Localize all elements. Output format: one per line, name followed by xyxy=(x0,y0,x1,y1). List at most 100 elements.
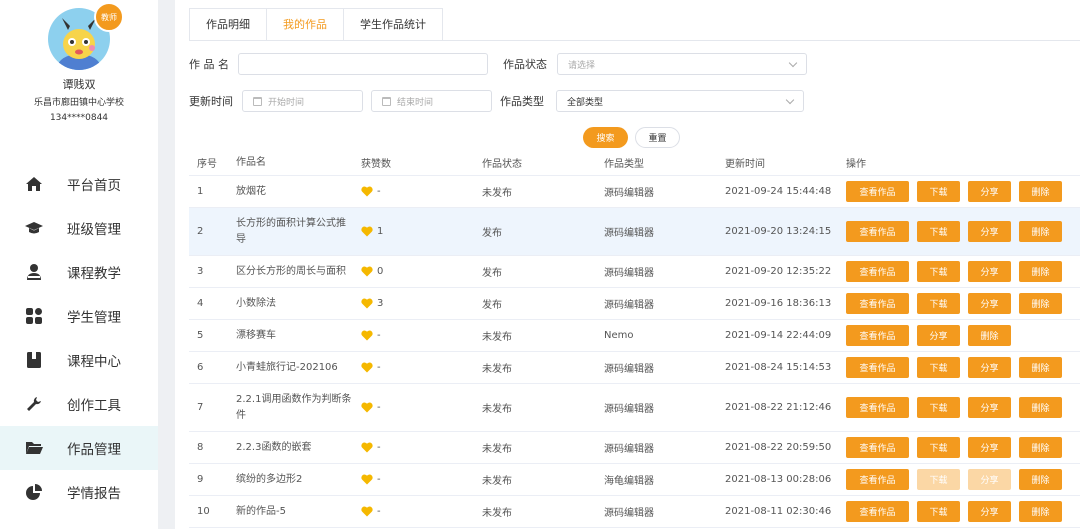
view-work-button[interactable]: 查看作品 xyxy=(846,397,909,418)
row-type: Nemo xyxy=(604,330,634,341)
row-likes: - xyxy=(353,362,474,373)
row-name: 缤纷的多边形2 xyxy=(236,473,303,485)
download-button[interactable]: 下载 xyxy=(917,437,960,458)
calendar-icon xyxy=(382,96,391,106)
row-status: 未发布 xyxy=(482,508,512,519)
share-button[interactable]: 分享 xyxy=(968,181,1011,202)
view-work-button[interactable]: 查看作品 xyxy=(846,501,909,522)
row-likes: 3 xyxy=(353,298,474,309)
download-button[interactable]: 下载 xyxy=(917,501,960,522)
view-work-button[interactable]: 查看作品 xyxy=(846,325,909,346)
delete-button[interactable]: 删除 xyxy=(1019,397,1062,418)
sidebar-item-home[interactable]: 平台首页 xyxy=(0,162,158,206)
table-row: 3 区分长方形的周长与面积 0 发布 源码编辑器 2021-09-20 12:35:22 查… xyxy=(189,256,1080,288)
row-no: 9 xyxy=(197,474,204,485)
row-time: 2021-09-14 22:44:09 xyxy=(725,330,832,341)
share-button[interactable]: 分享 xyxy=(968,437,1011,458)
row-time: 2021-08-24 15:14:53 xyxy=(725,362,832,373)
row-name: 长方形的面积计算公式推导 xyxy=(236,217,346,245)
view-work-button[interactable]: 查看作品 xyxy=(846,437,909,458)
tab-my-works[interactable]: 我的作品 xyxy=(267,9,344,41)
delete-button[interactable]: 删除 xyxy=(1019,437,1062,458)
row-ops: 查看作品 下载 分享 删除 xyxy=(838,261,1080,282)
status-select[interactable]: 请选择 xyxy=(557,53,807,75)
share-button[interactable]: 分享 xyxy=(968,357,1011,378)
status-placeholder: 请选择 xyxy=(568,60,596,71)
start-date-input[interactable]: 开始时间 xyxy=(242,90,363,112)
row-type: 源码编辑器 xyxy=(604,508,654,519)
delete-button[interactable]: 删除 xyxy=(1019,181,1062,202)
row-type: 源码编辑器 xyxy=(604,300,654,311)
heart-icon xyxy=(361,186,373,197)
book-icon xyxy=(24,350,44,370)
delete-button[interactable]: 删除 xyxy=(1019,357,1062,378)
type-select[interactable]: 全部类型 xyxy=(556,90,804,112)
delete-button[interactable]: 删除 xyxy=(1019,293,1062,314)
row-ops: 查看作品 下载 分享 删除 xyxy=(838,397,1080,418)
view-work-button[interactable]: 查看作品 xyxy=(846,261,909,282)
download-button[interactable]: 下载 xyxy=(917,397,960,418)
reset-button[interactable]: 重置 xyxy=(635,127,680,148)
sidebar-item-works[interactable]: 作品管理 xyxy=(0,426,158,470)
download-button[interactable]: 下载 xyxy=(917,469,960,490)
share-button[interactable]: 分享 xyxy=(917,325,960,346)
row-no: 5 xyxy=(197,330,204,341)
view-work-button[interactable]: 查看作品 xyxy=(846,357,909,378)
sidebar-nav: 平台首页 班级管理 课程教学 学生管理 课程中心 创作工具 作品管理 学情报告 xyxy=(0,162,158,514)
delete-button[interactable]: 删除 xyxy=(1019,469,1062,490)
time-label: 更新时间 xyxy=(189,95,233,108)
row-time: 2021-09-16 18:36:13 xyxy=(725,298,832,309)
share-button[interactable]: 分享 xyxy=(968,501,1011,522)
table-row: 5 漂移赛车 - 未发布 Nemo 2021-09-14 22:44:09 查看作品 分享 删除 xyxy=(189,320,1080,352)
sidebar-item-class[interactable]: 班级管理 xyxy=(0,206,158,250)
delete-button[interactable]: 删除 xyxy=(1019,221,1062,242)
status-label: 作品状态 xyxy=(503,58,547,71)
download-button[interactable]: 下载 xyxy=(917,293,960,314)
download-button[interactable]: 下载 xyxy=(917,261,960,282)
row-time: 2021-08-13 00:28:06 xyxy=(725,474,832,485)
row-type: 源码编辑器 xyxy=(604,364,654,375)
view-work-button[interactable]: 查看作品 xyxy=(846,221,909,242)
download-button[interactable]: 下载 xyxy=(917,181,960,202)
share-button[interactable]: 分享 xyxy=(968,221,1011,242)
download-button[interactable]: 下载 xyxy=(917,221,960,242)
graduation-cap-icon xyxy=(24,218,44,238)
sidebar-item-course-center[interactable]: 课程中心 xyxy=(0,338,158,382)
tab-work-details[interactable]: 作品明细 xyxy=(190,9,267,41)
share-button[interactable]: 分享 xyxy=(968,469,1011,490)
header-name: 作品名 xyxy=(236,156,266,168)
row-time: 2021-09-24 15:44:48 xyxy=(725,186,832,197)
row-likes: - xyxy=(353,186,474,197)
view-work-button[interactable]: 查看作品 xyxy=(846,181,909,202)
end-date-input[interactable]: 结束时间 xyxy=(371,90,492,112)
row-ops: 查看作品 下载 分享 删除 xyxy=(838,437,1080,458)
share-button[interactable]: 分享 xyxy=(968,397,1011,418)
share-button[interactable]: 分享 xyxy=(968,261,1011,282)
share-button[interactable]: 分享 xyxy=(968,293,1011,314)
likes-count: 3 xyxy=(377,298,384,309)
name-input[interactable] xyxy=(238,53,488,75)
sidebar-item-teaching[interactable]: 课程教学 xyxy=(0,250,158,294)
download-button[interactable]: 下载 xyxy=(917,357,960,378)
delete-button[interactable]: 删除 xyxy=(968,325,1011,346)
folder-icon xyxy=(24,438,44,458)
teacher-badge: 教师 xyxy=(94,2,124,32)
view-work-button[interactable]: 查看作品 xyxy=(846,469,909,490)
row-type: 源码编辑器 xyxy=(604,444,654,455)
sidebar-item-tools[interactable]: 创作工具 xyxy=(0,382,158,426)
row-status: 发布 xyxy=(482,228,502,239)
sidebar-item-label: 作品管理 xyxy=(67,442,121,458)
delete-button[interactable]: 删除 xyxy=(1019,261,1062,282)
table-row: 1 放烟花 - 未发布 源码编辑器 2021-09-24 15:44:48 查看作品 下载 分享… xyxy=(189,176,1080,208)
search-button[interactable]: 搜索 xyxy=(583,127,628,148)
sidebar-item-label: 平台首页 xyxy=(67,178,121,194)
table-header: 序号 作品名 获赞数 作品状态 作品类型 更新时间 操作 xyxy=(189,150,1080,176)
view-work-button[interactable]: 查看作品 xyxy=(846,293,909,314)
sidebar-item-students[interactable]: 学生管理 xyxy=(0,294,158,338)
heart-icon xyxy=(361,362,373,373)
chevron-down-icon xyxy=(785,95,795,105)
tab-student-stats[interactable]: 学生作品统计 xyxy=(344,9,442,41)
sidebar-item-report[interactable]: 学情报告 xyxy=(0,470,158,514)
user-name: 谭贱双 xyxy=(62,78,96,91)
delete-button[interactable]: 删除 xyxy=(1019,501,1062,522)
